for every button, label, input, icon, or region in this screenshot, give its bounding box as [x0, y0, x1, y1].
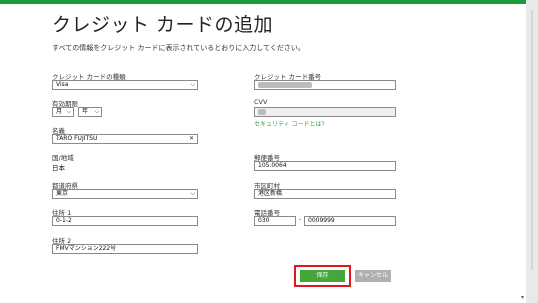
country-label: 国/地域 [52, 154, 74, 162]
masked-cvv [258, 108, 266, 115]
cvv-label: CVV [254, 98, 268, 106]
page-title: クレジット カードの追加 [52, 14, 274, 36]
card-number-input[interactable] [254, 80, 396, 90]
cvv-help-link[interactable]: セキュリティ コードとは? [254, 119, 325, 128]
expiry-month-select[interactable]: 月 ⌵ [52, 107, 74, 117]
card-type-value: Visa [56, 81, 69, 88]
prefecture-value: 東京 [56, 190, 69, 197]
expiry-month-value: 月 [56, 108, 63, 115]
scroll-down-icon[interactable]: ▾ [521, 294, 524, 301]
city-input[interactable]: 港区新橋 [254, 189, 396, 199]
card-type-select[interactable]: Visa ⌵ [52, 80, 198, 90]
page-subtitle: すべての情報をクレジット カードに表示されているとおりに入力してください。 [52, 44, 305, 52]
clear-icon[interactable]: ✕ [189, 135, 194, 143]
name-input[interactable]: TARO FUJITSU ✕ [52, 134, 198, 144]
top-accent-bar [0, 0, 538, 4]
address1-input[interactable]: 0-1-2 [52, 216, 198, 226]
chevron-down-icon: ⌵ [190, 190, 195, 197]
cvv-input[interactable] [254, 107, 396, 117]
scrollbar[interactable] [526, 0, 538, 303]
cancel-button[interactable]: キャンセル [355, 270, 391, 282]
name-value: TARO FUJITSU [56, 135, 98, 142]
phone-number-input[interactable]: 0009999 [304, 216, 396, 226]
address2-input[interactable]: FMVマンション222号 [52, 244, 198, 254]
country-value: 日本 [52, 164, 65, 172]
chevron-down-icon: ⌵ [190, 81, 195, 88]
phone-separator: - [299, 216, 302, 223]
expiry-year-select[interactable]: 年 ⌵ [78, 107, 102, 117]
prefecture-select[interactable]: 東京 ⌵ [52, 189, 198, 199]
postal-code-input[interactable]: 105.0064 [254, 161, 396, 171]
expiry-year-value: 年 [82, 108, 89, 115]
save-button[interactable]: 保存 [300, 270, 345, 282]
chevron-down-icon: ⌵ [94, 108, 99, 115]
chevron-down-icon: ⌵ [66, 108, 71, 115]
phone-area-input[interactable]: 030 [254, 216, 296, 226]
masked-card-number [258, 81, 312, 88]
